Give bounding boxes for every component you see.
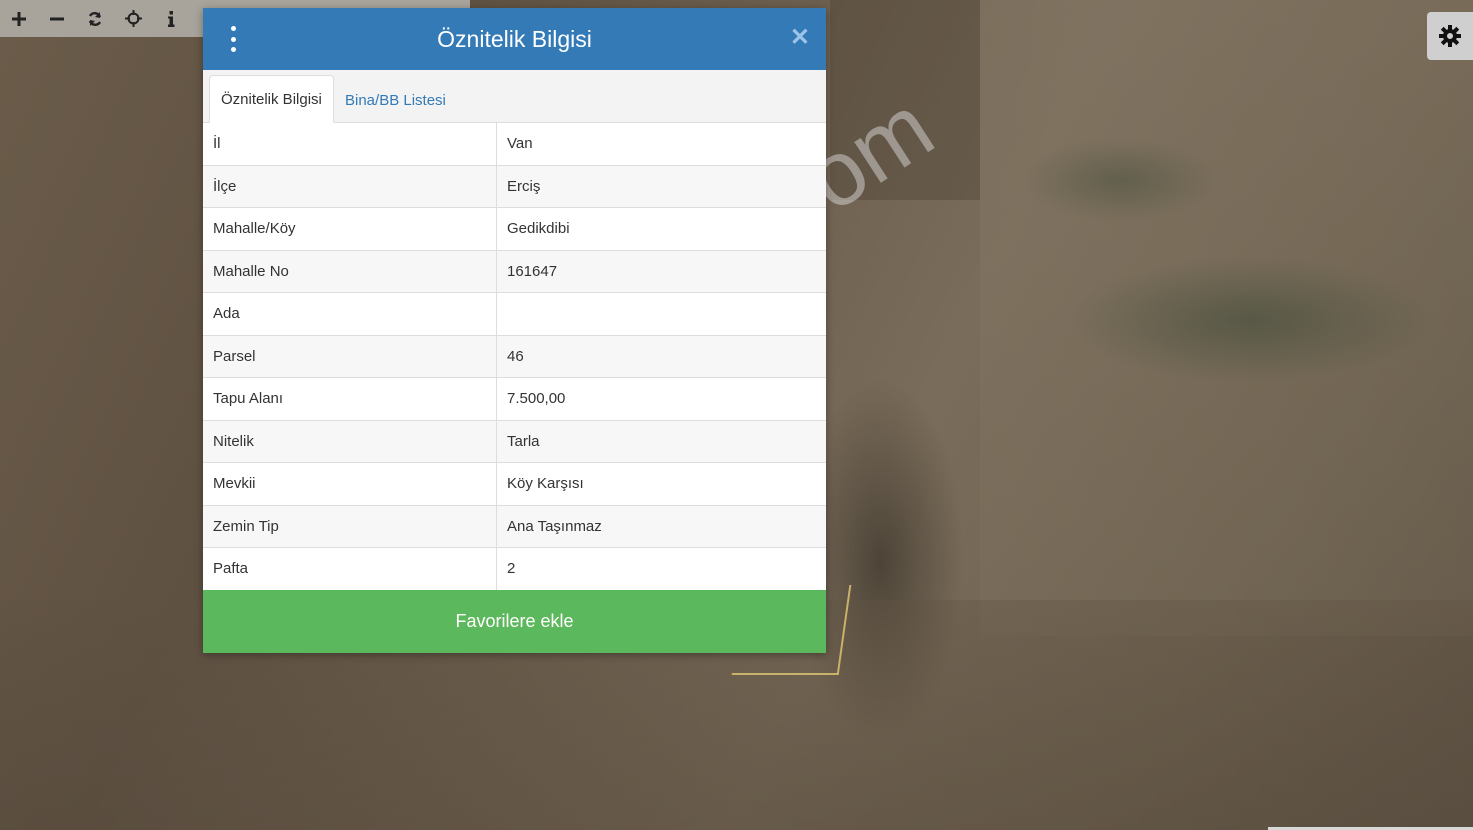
attribute-key: Zemin Tip xyxy=(203,504,497,548)
refresh-icon[interactable] xyxy=(76,0,114,37)
attribute-value: Köy Karşısı xyxy=(496,462,826,505)
info-icon[interactable] xyxy=(152,0,190,37)
more-options-icon[interactable] xyxy=(225,26,241,52)
attribute-value: Erciş xyxy=(496,164,826,208)
attribute-key: Tapu Alanı xyxy=(203,377,497,420)
attribute-value xyxy=(496,292,826,335)
table-row: Parsel 46 xyxy=(203,334,826,378)
table-row: Nitelik Tarla xyxy=(203,419,826,463)
attribute-key: İl xyxy=(203,123,497,165)
attribute-value: Van xyxy=(507,135,533,153)
dialog-header: Öznitelik Bilgisi ✕ xyxy=(203,8,826,70)
table-row: İlçe Erciş xyxy=(203,164,826,208)
table-row: Mahalle/Köy Gedikdibi xyxy=(203,207,826,250)
settings-button[interactable] xyxy=(1427,12,1473,60)
close-icon[interactable]: ✕ xyxy=(790,26,810,50)
attribute-dialog: Öznitelik Bilgisi ✕ Öznitelik Bilgisi Bi… xyxy=(203,8,826,653)
attribute-key: Pafta xyxy=(203,547,497,590)
attribute-table: İl Van İlçe Erciş Mahalle/Köy Gedikdibi Mahall… xyxy=(203,123,826,590)
attribute-value: 7.500,00 xyxy=(496,377,826,420)
tab-attribute-info[interactable]: Öznitelik Bilgisi xyxy=(209,75,334,123)
attribute-key: İlçe xyxy=(203,164,497,208)
tab-building-list[interactable]: Bina/BB Listesi xyxy=(334,77,457,123)
attribute-value: 2 xyxy=(496,547,826,590)
locate-icon[interactable] xyxy=(114,0,152,37)
attribute-key: Ada xyxy=(203,292,497,335)
attribute-key: Mevkii xyxy=(203,462,497,505)
attribute-key: Mahalle No xyxy=(203,249,497,293)
table-row: İl Van xyxy=(203,123,826,165)
dialog-tabs: Öznitelik Bilgisi Bina/BB Listesi xyxy=(203,70,826,123)
table-row: Mahalle No 161647 xyxy=(203,249,826,293)
table-row: Ada xyxy=(203,292,826,335)
table-row: Zemin Tip Ana Taşınmaz xyxy=(203,504,826,548)
attribute-key: Nitelik xyxy=(203,419,497,463)
attribute-value: 161647 xyxy=(496,249,826,293)
attribute-key: Parsel xyxy=(203,334,497,378)
attribute-value: Ana Taşınmaz xyxy=(496,504,826,548)
table-row: Mevkii Köy Karşısı xyxy=(203,462,826,505)
zoom-out-icon[interactable] xyxy=(38,0,76,37)
table-row: Pafta 2 xyxy=(203,547,826,590)
dialog-title: Öznitelik Bilgisi xyxy=(437,25,592,52)
map-tile xyxy=(980,0,1473,636)
attribute-value: Tarla xyxy=(496,419,826,463)
attribute-value: 46 xyxy=(496,334,826,378)
attribute-value: Gedikdibi xyxy=(496,207,826,250)
attribute-key: Mahalle/Köy xyxy=(203,207,497,250)
gear-icon xyxy=(1439,25,1461,47)
add-to-favorites-button[interactable]: Favorilere ekle xyxy=(203,590,826,653)
table-row: Tapu Alanı 7.500,00 xyxy=(203,377,826,420)
map-tile xyxy=(830,0,980,200)
zoom-in-icon[interactable] xyxy=(0,0,38,37)
